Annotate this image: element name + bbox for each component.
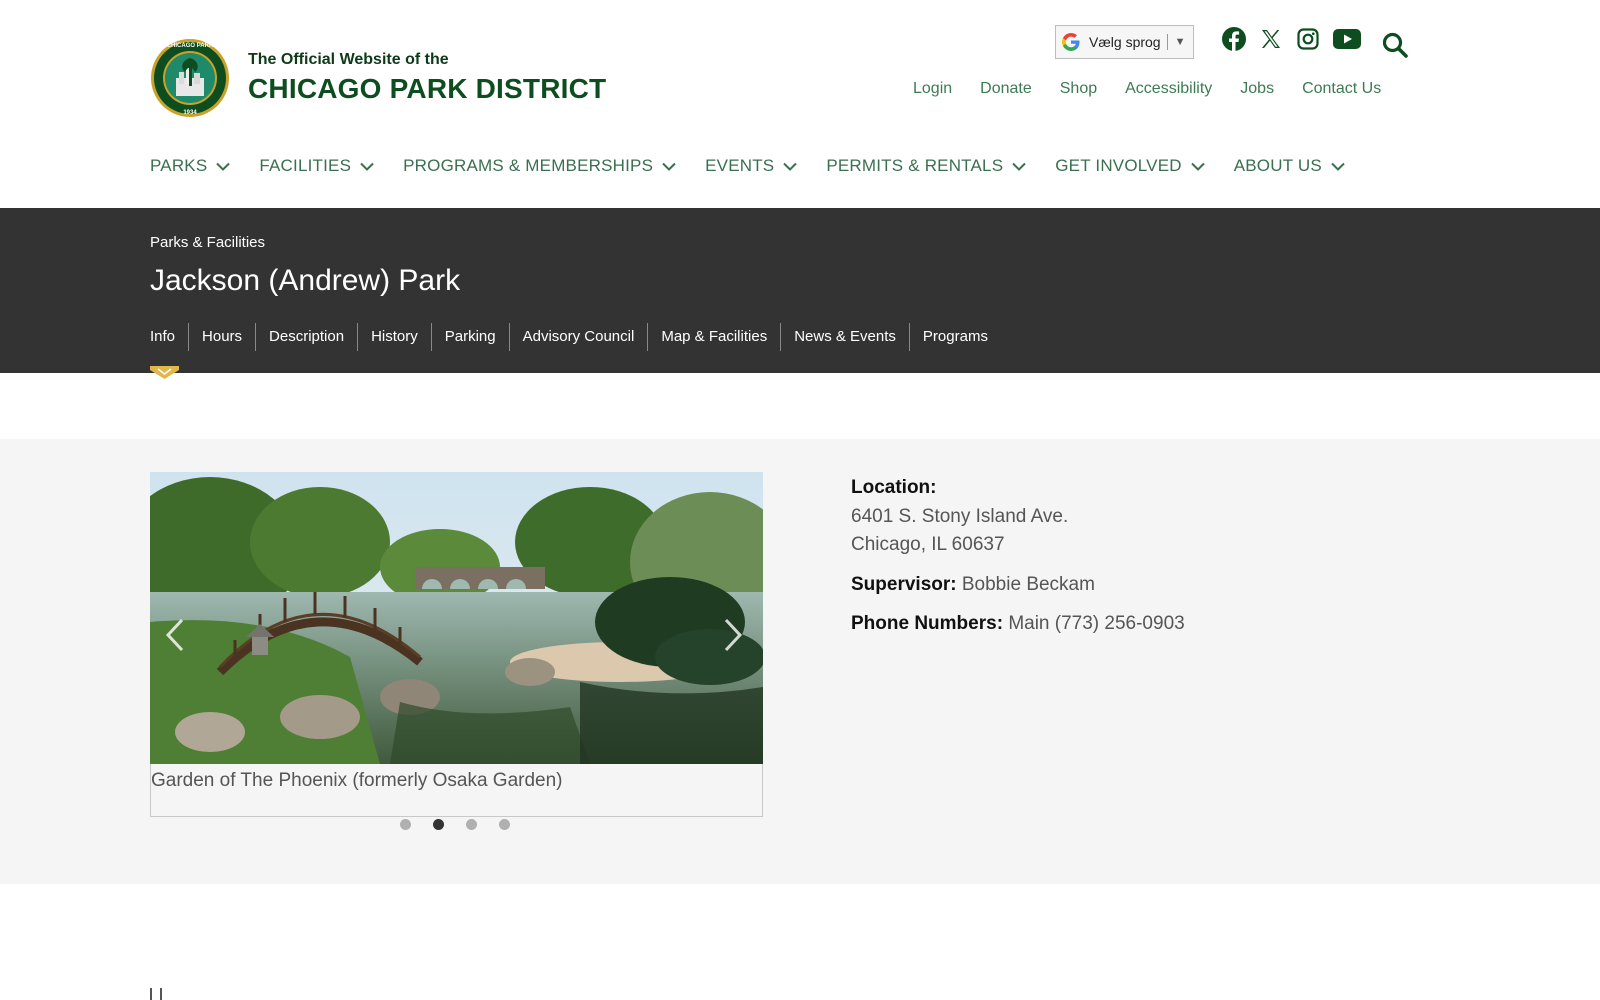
phone-number: Main (773) 256-0903 [1008,613,1185,634]
accessibility-link[interactable]: Accessibility [1125,80,1212,98]
logo-subtitle: The Official Website of the [248,51,449,68]
active-tab-indicator [150,366,179,379]
jobs-link[interactable]: Jobs [1240,80,1274,98]
chevron-down-icon [783,162,798,171]
nav-item-parks[interactable]: PARKS [150,156,231,176]
contact-us-link[interactable]: Contact Us [1302,80,1381,98]
nav-item-programs-memberships[interactable]: PROGRAMS & MEMBERSHIPS [403,156,676,176]
logo-title: CHICAGO PARK DISTRICT [248,73,607,104]
carousel-slide-image [150,472,763,764]
nav-item-facilities[interactable]: FACILITIES [259,156,374,176]
nav-label: FACILITIES [259,156,352,175]
chevron-down-icon [1191,162,1205,171]
utility-nav: Login Donate Shop Accessibility Jobs Con… [913,80,1409,98]
park-district-seal-logo: CHICAGO PARK 1934 [151,39,229,117]
chevron-down-icon [662,162,676,171]
supervisor-label: Supervisor: [851,574,957,595]
tab-programs[interactable]: Programs [908,323,1001,351]
chevron-down-icon [360,162,374,171]
carousel-dot-1[interactable] [400,819,411,830]
facebook-icon[interactable] [1222,24,1246,54]
instagram-icon[interactable] [1297,24,1319,54]
main-nav: PARKS FACILITIES PROGRAMS & MEMBERSHIPS … [150,156,1374,176]
nav-label: EVENTS [705,156,775,175]
carousel-dots [400,819,532,830]
nav-label: PROGRAMS & MEMBERSHIPS [403,156,654,175]
donate-link[interactable]: Donate [980,80,1032,98]
tab-news-events[interactable]: News & Events [780,323,909,351]
tab-description[interactable]: Description [255,323,357,351]
nav-label: PARKS [150,156,208,175]
svg-text:CHICAGO PARK: CHICAGO PARK [167,43,214,49]
chevron-left-icon[interactable] [164,617,186,653]
nav-item-permits-rentals[interactable]: PERMITS & RENTALS [826,156,1026,176]
tab-info[interactable]: Info [150,323,188,351]
carousel-dot-4[interactable] [499,819,510,830]
carousel-dot-2[interactable] [433,819,444,830]
chevron-down-icon [1012,162,1026,171]
page-title: Jackson (Andrew) Park [150,264,461,297]
nav-label: ABOUT US [1233,156,1322,175]
location-label: Location: [851,477,937,498]
google-g-icon [1062,33,1080,51]
nav-item-get-involved[interactable]: GET INVOLVED [1055,156,1205,176]
tab-advisory-council[interactable]: Advisory Council [508,323,648,351]
chevron-down-icon [1331,162,1345,171]
login-link[interactable]: Login [913,80,952,98]
nav-label: GET INVOLVED [1055,156,1182,175]
language-select-label: Vælg sprog [1089,34,1161,50]
chevron-right-icon[interactable] [722,617,744,653]
dropdown-arrow-icon: ▼ [1174,36,1186,48]
japanese-garden-photo [150,472,763,764]
carousel-caption: Garden of The Phoenix (formerly Osaka Ga… [151,770,563,791]
park-tabs: Info Hours Description History Parking A… [150,323,1001,351]
photo-carousel: Garden of The Phoenix (formerly Osaka Ga… [150,472,763,817]
site-header: CHICAGO PARK 1934 The Official Website o… [0,0,1600,208]
next-section-heading-partial [150,988,162,1000]
address-line-1: 6401 S. Stony Island Ave. [851,506,1069,527]
address-line-2: Chicago, IL 60637 [851,534,1005,555]
breadcrumb-parks-facilities[interactable]: Parks & Facilities [150,234,265,251]
carousel-caption-box: Garden of The Phoenix (formerly Osaka Ga… [150,764,763,817]
supervisor-name: Bobbie Beckam [961,574,1095,595]
tab-hours[interactable]: Hours [188,323,255,351]
svg-text:1934: 1934 [183,110,197,116]
language-select[interactable]: Vælg sprog ▼ [1055,25,1194,59]
nav-item-about-us[interactable]: ABOUT US [1234,156,1345,176]
tab-history[interactable]: History [357,323,431,351]
youtube-icon[interactable] [1333,24,1361,54]
tab-map-facilities[interactable]: Map & Facilities [647,323,780,351]
shop-link[interactable]: Shop [1060,80,1097,98]
nav-label: PERMITS & RENTALS [826,156,1004,175]
home-logo-link[interactable]: CHICAGO PARK 1934 The Official Website o… [150,38,606,118]
nav-item-events[interactable]: EVENTS [705,156,798,176]
carousel-dot-3[interactable] [466,819,477,830]
x-twitter-icon[interactable] [1260,24,1282,54]
language-select-divider [1166,34,1168,50]
tab-parking[interactable]: Parking [430,323,509,351]
phone-label: Phone Numbers: [851,613,1004,634]
search-icon[interactable] [1382,30,1408,60]
chevron-down-icon [216,162,231,171]
